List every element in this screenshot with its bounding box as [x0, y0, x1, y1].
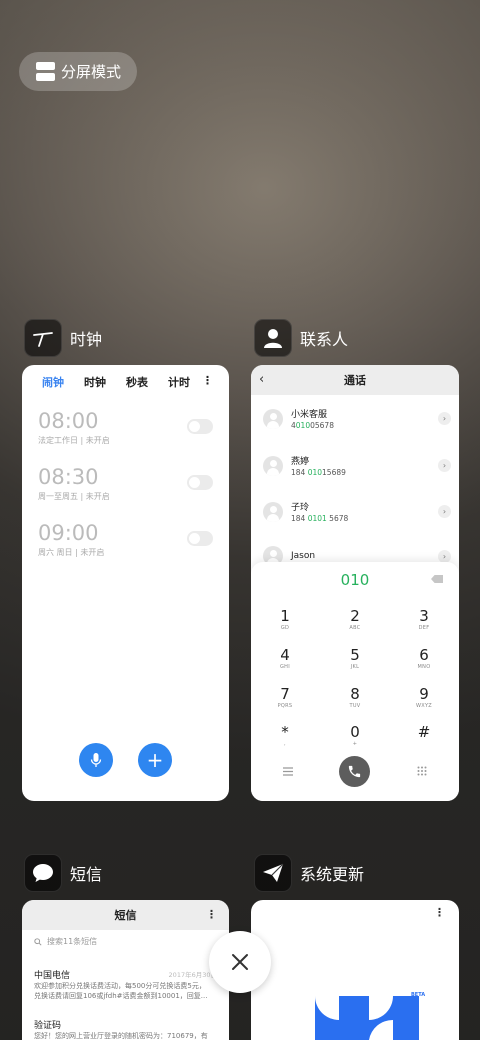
tab-clock[interactable]: 时钟: [84, 374, 106, 390]
clock-app-icon[interactable]: [24, 319, 62, 357]
plus-icon: +: [146, 748, 164, 772]
contacts-app-header: 联系人: [254, 319, 348, 357]
tab-timer[interactable]: 计时: [168, 374, 190, 390]
dial-key[interactable]: 4 GHI: [265, 647, 305, 671]
dial-key[interactable]: 5 JKL: [335, 647, 375, 671]
contact-number: 401005678: [291, 421, 334, 430]
clock-tabs: 闹钟 时钟 秒表 计时 ⋮: [22, 365, 229, 390]
alarm-desc: 周一至周五 | 未开启: [38, 492, 110, 501]
chevron-right-icon[interactable]: ›: [438, 459, 451, 472]
split-screen-button[interactable]: 分屏模式: [19, 52, 137, 91]
clock-app-header: 时钟: [24, 319, 102, 357]
chevron-right-icon[interactable]: ›: [438, 549, 451, 563]
dialpad: 010 1 GD 2 ABC 3 DEF 4 GHI 5 JKL 6 MNO 7 PQRS 8…: [251, 562, 459, 801]
voice-alarm-button[interactable]: [79, 743, 113, 777]
phone-icon: [348, 765, 361, 778]
more-icon[interactable]: ⋮: [202, 374, 213, 390]
chevron-right-icon[interactable]: ›: [438, 505, 451, 518]
sms-app-icon[interactable]: [24, 854, 62, 892]
avatar: [263, 408, 283, 429]
contact-name: 小米客服: [291, 410, 328, 420]
dial-input[interactable]: 010: [251, 562, 459, 589]
contacts-header-title: 通话: [344, 374, 366, 387]
clock-app-title: 时钟: [70, 330, 103, 349]
tab-alarm[interactable]: 闹钟: [42, 374, 64, 390]
close-icon: [232, 954, 248, 970]
sms-preview: 您好！您的网上营业厅登录的随机密码为：710679，有: [34, 1032, 208, 1040]
dial-key[interactable]: 9 WXYZ: [404, 686, 444, 710]
sms-preview: 兑换话费请回复106或jfdh#话费金额到10001，回复...: [34, 992, 208, 1000]
update-app-card[interactable]: ⋮ BETA: [251, 900, 459, 1040]
dial-key[interactable]: 8 TUV: [335, 686, 375, 710]
search-icon: [34, 937, 42, 946]
contact-number: 184 0101 5678: [291, 514, 349, 523]
alarm-toggle[interactable]: [187, 531, 213, 546]
contact-item[interactable]: 子玲 184 0101 5678 ›: [263, 500, 451, 523]
contacts-app-icon[interactable]: [254, 319, 292, 357]
contact-name: Jason: [291, 551, 316, 561]
split-screen-icon: [36, 62, 55, 81]
menu-icon[interactable]: [283, 767, 293, 776]
call-button[interactable]: [339, 756, 370, 787]
alarm-desc: 周六 周日 | 未开启: [38, 548, 105, 557]
alarm-toggle[interactable]: [187, 419, 213, 434]
sms-app-title: 短信: [70, 865, 103, 884]
contacts-app-title: 联系人: [300, 330, 349, 349]
sms-header-title: 短信: [114, 909, 137, 922]
dial-key[interactable]: 2 ABC: [335, 608, 375, 632]
more-icon[interactable]: ⋮: [206, 908, 217, 921]
sms-header: 短信 ⋮: [22, 900, 229, 930]
sms-app-card[interactable]: 短信 ⋮ 搜索11条短信 中国电信 2017年6月30日 欢迎参加积分兑换话费活…: [22, 900, 229, 1040]
keypad-icon[interactable]: [417, 766, 427, 776]
contact-number: 184 01015689: [291, 468, 346, 477]
avatar: [263, 501, 283, 522]
contact-item[interactable]: 燕婷 184 01015689 ›: [263, 454, 451, 477]
sms-preview: 欢迎参加积分兑换话费活动，每500分可兑换话费5元，: [34, 982, 206, 990]
update-app-icon[interactable]: [254, 854, 292, 892]
update-illustration: [315, 996, 419, 1040]
alarm-toggle[interactable]: [187, 475, 213, 490]
add-alarm-button[interactable]: +: [138, 743, 172, 777]
dial-key[interactable]: 6 MNO: [404, 647, 444, 671]
back-arrow-icon[interactable]: ‹: [259, 372, 264, 387]
more-icon[interactable]: ⋮: [434, 906, 445, 919]
beta-badge: BETA: [411, 992, 426, 998]
sms-search-bar[interactable]: 搜索11条短信: [34, 936, 217, 947]
dial-key[interactable]: *,: [265, 724, 305, 748]
dial-key[interactable]: 7 PQRS: [265, 686, 305, 710]
sms-app-header: 短信: [24, 854, 102, 892]
update-app-header: 系统更新: [254, 854, 364, 892]
contacts-header: ‹ 通话: [251, 365, 459, 395]
clock-app-card[interactable]: 闹钟 时钟 秒表 计时 ⋮ 08:00 法定工作日 | 未开启 08:30 周一…: [22, 365, 229, 801]
clear-all-button[interactable]: [209, 931, 271, 993]
sms-search-placeholder: 搜索11条短信: [47, 937, 98, 946]
dial-key[interactable]: 1 GD: [265, 608, 305, 632]
microphone-icon: [90, 753, 102, 767]
sms-thread[interactable]: 中国电信 2017年6月30日 欢迎参加积分兑换话费活动，每500分可兑换话费5…: [34, 968, 217, 1001]
chevron-right-icon[interactable]: ›: [438, 412, 451, 425]
alarm-desc: 法定工作日 | 未开启: [38, 436, 110, 445]
dial-key[interactable]: 3 DEF: [404, 608, 444, 632]
contact-name: 燕婷: [291, 457, 310, 467]
contact-name: 子玲: [291, 503, 310, 513]
contact-item[interactable]: 小米客服 401005678 ›: [263, 407, 451, 430]
sms-thread[interactable]: 验证码 您好！您的网上营业厅登录的随机密码为：710679，有: [34, 1018, 217, 1040]
split-screen-label: 分屏模式: [61, 63, 122, 81]
tab-stopwatch[interactable]: 秒表: [126, 374, 148, 390]
dial-key[interactable]: #: [404, 724, 444, 741]
sms-sender: 验证码: [34, 1021, 62, 1031]
avatar: [263, 455, 283, 476]
update-app-title: 系统更新: [300, 865, 365, 884]
dial-key[interactable]: 0 +: [335, 724, 375, 748]
contacts-app-card[interactable]: ‹ 通话 小米客服 401005678 › 燕婷 184 01015689 › …: [251, 365, 459, 801]
